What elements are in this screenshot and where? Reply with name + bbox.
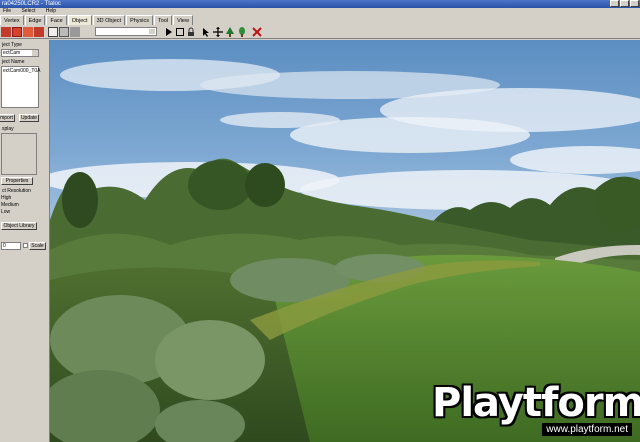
menu-select[interactable]: Select [21,8,35,14]
res-low-option[interactable]: Low [1,209,10,215]
display-label: splay [2,126,14,132]
object-dropdown[interactable] [95,27,157,36]
watermark: Playtform www.playtform.net [424,380,640,436]
menu-help[interactable]: Help [46,8,56,14]
watermark-brand: Playtform [432,380,640,426]
import-button[interactable]: mport [0,114,15,122]
object-library-button[interactable]: Object Library [1,222,37,230]
watermark-url: www.playtform.net [542,423,632,436]
tab-tool[interactable]: Tool [154,15,173,25]
tab-3d-object[interactable]: 3D Object [92,15,126,25]
tab-view[interactable]: View [173,15,193,25]
object-type-select[interactable]: ectCam [1,49,39,57]
object-type-label: ject Type [2,42,22,48]
lock-icon[interactable] [70,27,80,37]
box-select-icon[interactable] [175,27,185,37]
window-title: ra04250LCR2 - Ttaloc [2,1,61,7]
tab-edge[interactable]: Edge [24,15,46,25]
grid-icon[interactable] [48,27,58,37]
close-button[interactable] [630,0,639,7]
window-controls [610,0,639,7]
cursor-icon[interactable] [201,27,211,37]
display-preview [1,133,37,175]
object-name-list[interactable]: ectCam000_T0A [1,66,41,108]
tab-face[interactable]: Face [46,15,67,25]
toolbar [0,25,640,39]
3d-viewport[interactable]: Playtform www.playtform.net [50,40,640,442]
plant-icon[interactable] [237,27,247,37]
menu-bar: File Select Help [0,8,640,15]
tab-vertex[interactable]: Vertex [0,15,24,25]
resolution-label: ct Resolution [2,188,31,194]
tool-icon-2[interactable] [12,27,22,37]
chevron-down-icon [32,50,38,56]
maximize-button[interactable] [620,0,629,7]
minimize-button[interactable] [610,0,619,7]
scale-input[interactable]: 0 [1,242,21,250]
object-name-label: ject Name [2,59,25,65]
lock-toggle-icon[interactable] [186,27,196,37]
tab-object[interactable]: Object [67,15,92,25]
scale-checkbox[interactable] [23,243,28,248]
box-icon[interactable] [59,27,69,37]
object-panel: ject Type ectCam ject Name ectCam000_T0A… [0,40,50,442]
move-icon[interactable] [213,27,223,37]
tool-icon-1[interactable] [1,27,11,37]
menu-file[interactable]: File [3,8,11,14]
tree-icon[interactable] [225,27,235,37]
res-medium-option[interactable]: Medium [1,202,19,208]
tool-icon-3[interactable] [23,27,33,37]
res-high-option[interactable]: High [1,195,11,201]
delete-icon[interactable] [252,27,262,37]
object-type-value: ectCam [3,50,21,56]
scale-button[interactable]: Scale [29,242,46,250]
update-button[interactable]: Update [19,114,39,122]
tool-icon-4[interactable] [34,27,44,37]
properties-button[interactable]: Properties [1,177,33,185]
play-icon[interactable] [164,27,174,37]
title-bar: ra04250LCR2 - Ttaloc [0,0,640,8]
mode-tabs: Vertex Edge Face Object 3D Object Physic… [0,15,194,25]
object-name-value: ectCam000_T0A [3,68,41,74]
tab-physics[interactable]: Physics [126,15,154,25]
